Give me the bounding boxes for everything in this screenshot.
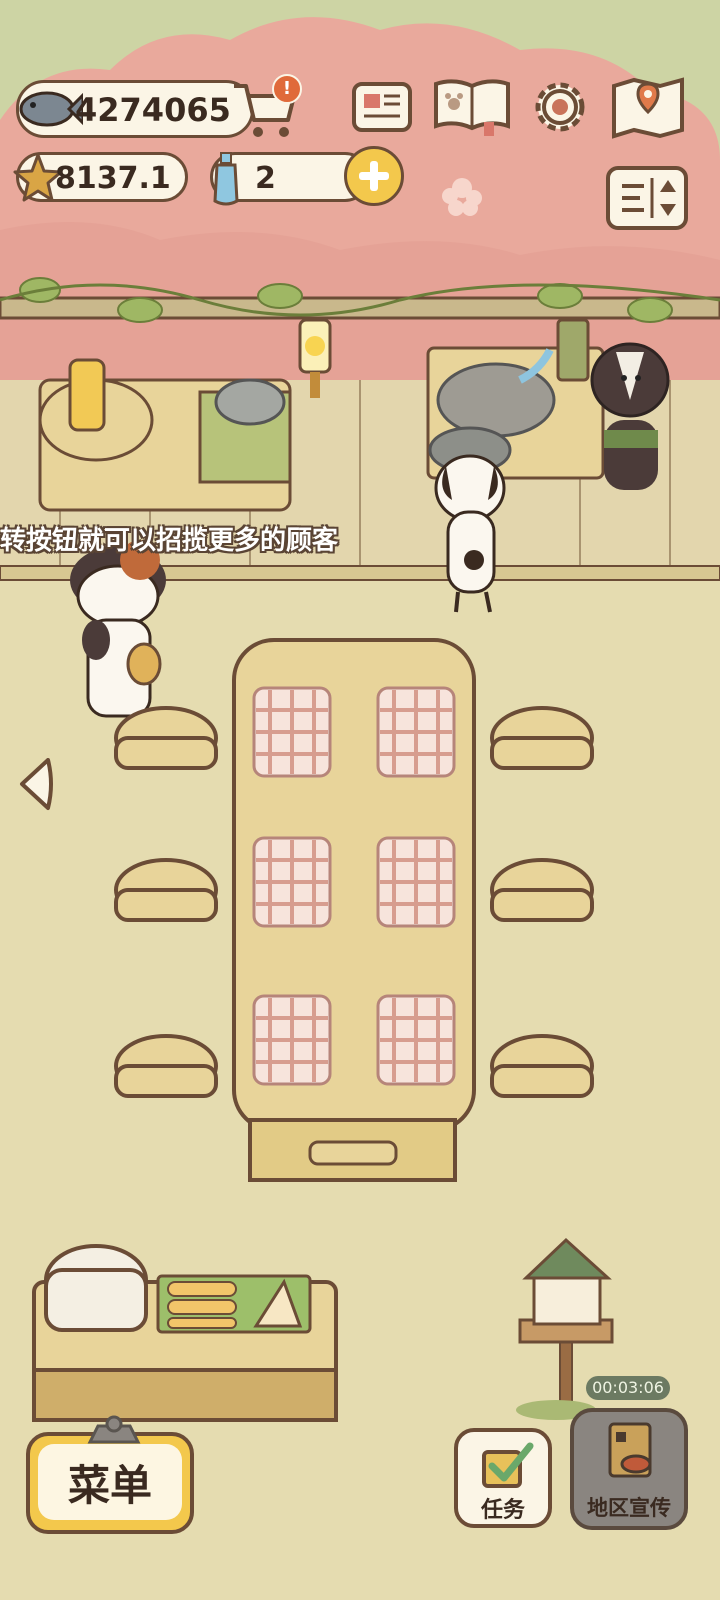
clip-icon bbox=[87, 1415, 141, 1444]
game-scene: 4274065 ! 8137.1 2 转按钮就可以招揽更多的顾客 菜单 任务 0… bbox=[0, 0, 720, 1600]
fish-count: 4274065 bbox=[75, 91, 231, 129]
promo-label: 地区宣传 bbox=[587, 1496, 671, 1520]
restaurant-scene bbox=[0, 0, 720, 1422]
tasks-button[interactable]: 任务 bbox=[454, 1428, 552, 1528]
gear-icon bbox=[535, 82, 585, 132]
star-counter: 8137.1 bbox=[13, 152, 188, 202]
flyer-icon bbox=[608, 1422, 652, 1478]
map-button[interactable] bbox=[610, 74, 686, 140]
paw-book-icon bbox=[434, 79, 510, 136]
notification-badge: ! bbox=[272, 74, 302, 104]
shop-cart-button[interactable]: ! bbox=[228, 72, 304, 142]
fish-icon bbox=[19, 91, 83, 127]
promo-timer: 00:03:06 bbox=[586, 1376, 670, 1400]
hint-ticker: 转按钮就可以招揽更多的顾客 bbox=[0, 526, 339, 556]
left-arrow-button[interactable] bbox=[14, 754, 56, 814]
newspaper-icon bbox=[352, 82, 412, 132]
menu-button[interactable]: 菜单 bbox=[26, 1415, 194, 1534]
checkbox-icon bbox=[482, 1442, 534, 1488]
regional-promotion-button[interactable]: 地区宣传 bbox=[570, 1408, 688, 1530]
menu-label: 菜单 bbox=[67, 1460, 152, 1510]
bottle-count: 2 bbox=[255, 161, 276, 196]
fish-counter: 4274065 bbox=[16, 80, 254, 138]
newspaper-button[interactable] bbox=[350, 78, 414, 136]
star-count: 8137.1 bbox=[55, 161, 171, 196]
add-bottle-button[interactable] bbox=[344, 146, 404, 206]
map-icon bbox=[612, 77, 684, 139]
sort-icon bbox=[622, 178, 676, 218]
tasks-label: 任务 bbox=[480, 1498, 525, 1523]
sort-toggle-button[interactable] bbox=[606, 166, 688, 230]
chevron-left-icon bbox=[20, 758, 53, 810]
album-book-button[interactable] bbox=[432, 74, 512, 138]
bottle-icon bbox=[213, 152, 239, 206]
settings-button[interactable] bbox=[528, 76, 592, 138]
plus-icon bbox=[359, 161, 389, 191]
